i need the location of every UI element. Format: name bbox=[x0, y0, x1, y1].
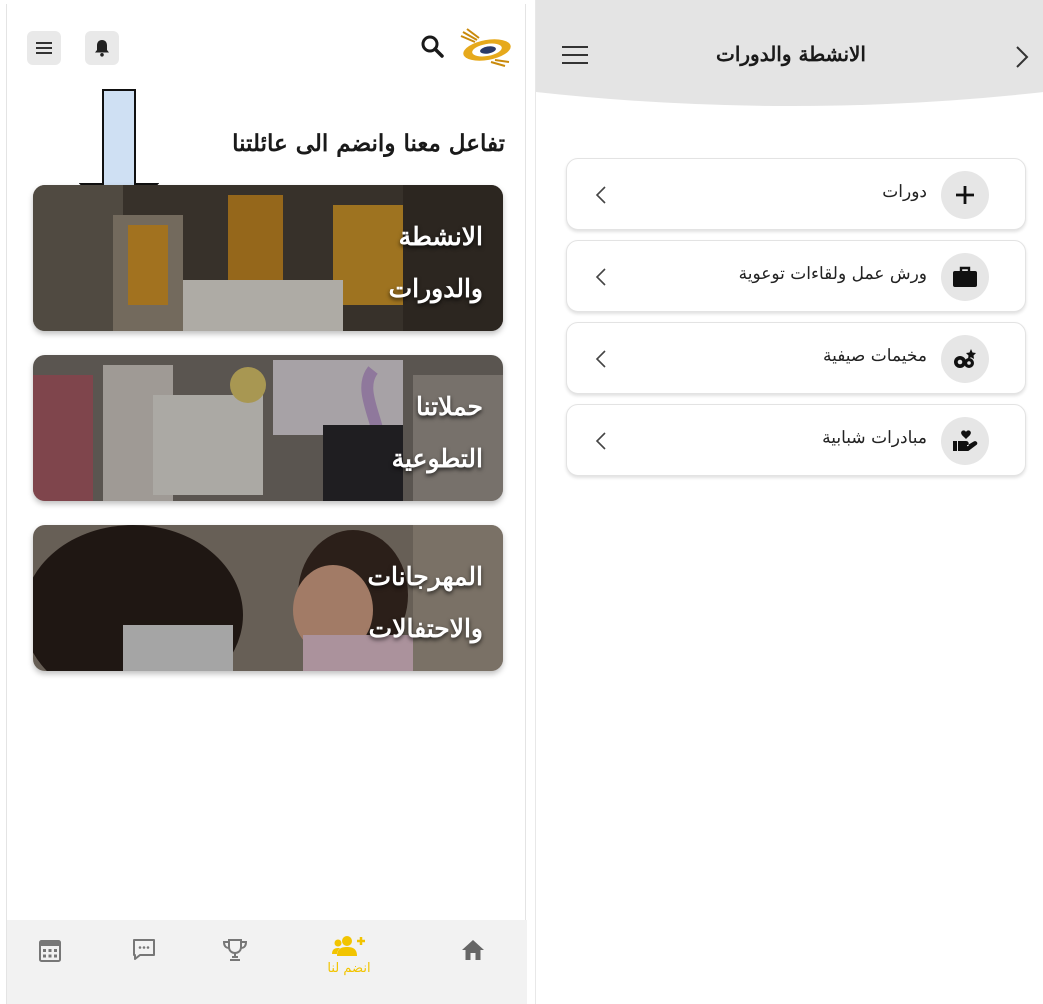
bell-icon bbox=[95, 40, 109, 57]
festivals-celebrations-card[interactable]: المهرجانات والاحتفالات bbox=[33, 525, 503, 671]
menu-button[interactable] bbox=[27, 31, 61, 65]
nav-calendar[interactable] bbox=[39, 938, 61, 962]
hamburger-icon bbox=[36, 42, 52, 54]
chevron-left-icon bbox=[595, 350, 606, 368]
bottom-nav: انضم لنا bbox=[7, 920, 527, 1004]
chevron-left-icon bbox=[595, 432, 606, 450]
card-title-line1: الانشطة bbox=[398, 222, 483, 251]
menu-item-label: ورش عمل ولقاءات توعوية bbox=[738, 264, 927, 284]
logo bbox=[460, 28, 511, 67]
card-title-line1: المهرجانات bbox=[367, 562, 483, 591]
card-title-line1: حملاتنا bbox=[416, 392, 483, 421]
tagline: تفاعل معنا وانضم الى عائلتنا bbox=[232, 130, 505, 157]
menu-item-youth-initiatives[interactable]: مبادرات شبابية bbox=[566, 404, 1026, 476]
menu-item-workshops[interactable]: ورش عمل ولقاءات توعوية bbox=[566, 240, 1026, 312]
notifications-button[interactable] bbox=[85, 31, 119, 65]
nav-achievements[interactable] bbox=[222, 938, 248, 962]
card-title: المهرجانات والاحتفالات bbox=[367, 551, 483, 655]
activities-screen: الانشطة والدورات دورات ورش عمل ولقاءات ت… bbox=[535, 0, 1043, 1004]
home-screen: تفاعل معنا وانضم الى عائلتنا الانشطة وال… bbox=[6, 4, 527, 1004]
hamburger-icon[interactable] bbox=[560, 42, 590, 68]
activities-courses-card[interactable]: الانشطة والدورات bbox=[33, 185, 503, 331]
menu-item-label: دورات bbox=[882, 182, 927, 202]
card-title: الانشطة والدورات bbox=[389, 211, 483, 315]
page-title: الانشطة والدورات bbox=[716, 42, 866, 66]
card-title-line2: والاحتفالات bbox=[368, 614, 483, 643]
card-title: حملاتنا التطوعية bbox=[392, 381, 483, 485]
camp-icon bbox=[941, 335, 989, 383]
chevron-left-icon bbox=[595, 186, 606, 204]
nav-messages[interactable] bbox=[132, 938, 156, 962]
chat-icon bbox=[133, 939, 155, 960]
volunteer-campaigns-card[interactable]: حملاتنا التطوعية bbox=[33, 355, 503, 501]
calendar-icon bbox=[39, 940, 61, 962]
search-icon[interactable] bbox=[418, 32, 446, 60]
trophy-icon bbox=[222, 939, 248, 961]
card-title-line2: التطوعية bbox=[391, 444, 483, 473]
menu-item-courses[interactable]: دورات bbox=[566, 158, 1026, 230]
menu-item-summer-camps[interactable]: مخيمات صيفية bbox=[566, 322, 1026, 394]
chevron-right-icon[interactable] bbox=[1012, 44, 1032, 70]
plus-icon bbox=[941, 171, 989, 219]
briefcase-icon bbox=[941, 253, 989, 301]
nav-home[interactable] bbox=[461, 938, 485, 962]
nav-join-label: انضم لنا bbox=[327, 961, 371, 976]
home-icon bbox=[462, 940, 484, 960]
chevron-left-icon bbox=[595, 268, 606, 286]
top-bar bbox=[7, 4, 527, 86]
menu-item-label: مخيمات صيفية bbox=[822, 346, 927, 366]
nav-join-us[interactable]: انضم لنا bbox=[319, 934, 379, 976]
menu-item-label: مبادرات شبابية bbox=[822, 428, 927, 448]
hand-heart-icon bbox=[941, 417, 989, 465]
card-title-line2: والدورات bbox=[388, 274, 483, 303]
join-icon bbox=[332, 936, 365, 956]
